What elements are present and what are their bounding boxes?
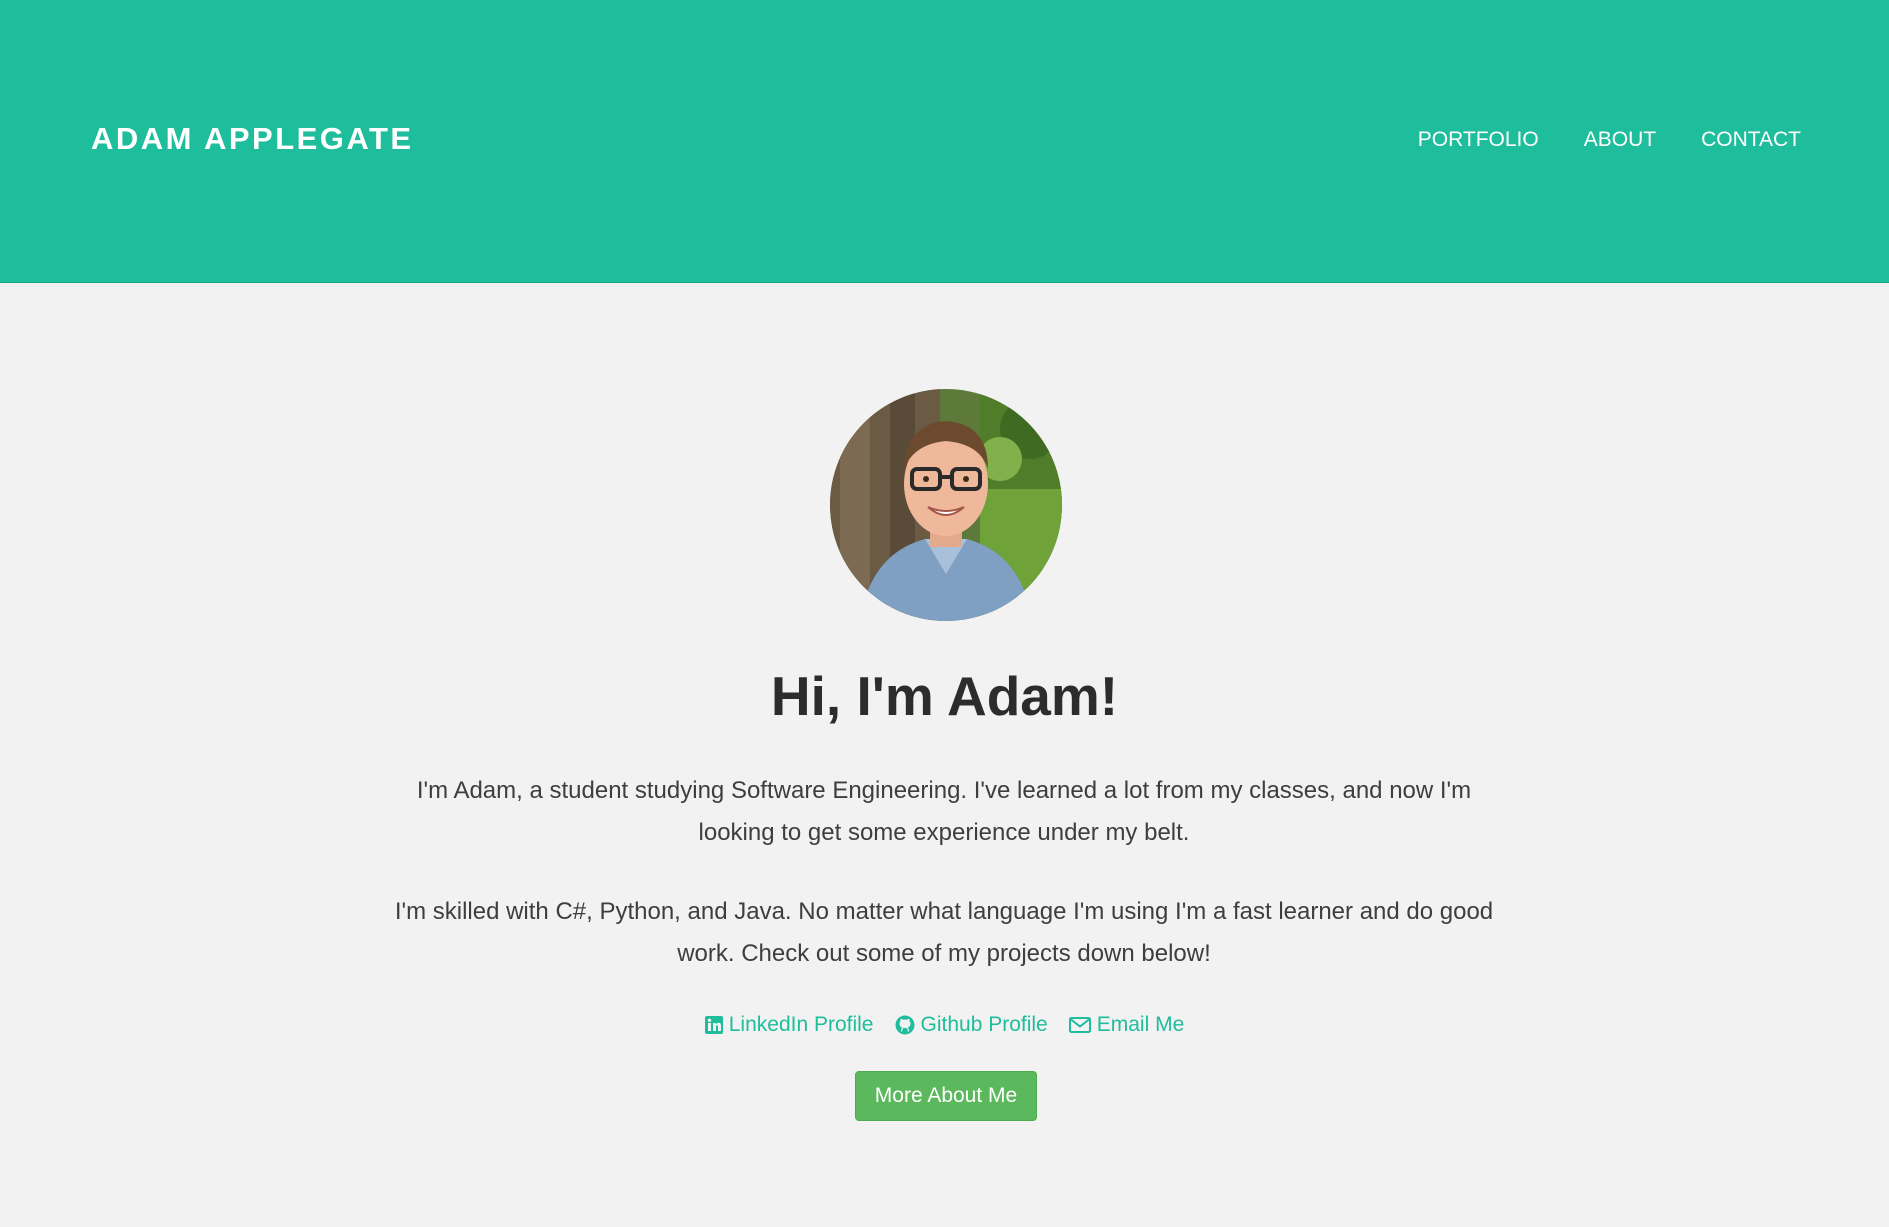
skills-paragraph: I'm skilled with C#, Python, and Java. N… (394, 898, 1494, 967)
linkedin-icon (704, 1016, 723, 1034)
more-about-me-button[interactable]: More About Me (855, 1071, 1037, 1121)
github-icon (895, 1015, 915, 1035)
nav-contact-link[interactable]: CONTACT (1701, 128, 1801, 152)
linkedin-link[interactable]: LinkedIn Profile (704, 1013, 874, 1037)
linkedin-link-label: LinkedIn Profile (728, 1013, 874, 1036)
github-link-label: Github Profile (920, 1013, 1048, 1036)
github-link[interactable]: Github Profile (895, 1013, 1048, 1037)
intro-paragraph: I'm Adam, a student studying Software En… (416, 777, 1472, 846)
nav-about-link[interactable]: ABOUT (1584, 128, 1656, 152)
social-links: LinkedIn Profile Github Profile Email Me (0, 1013, 1889, 1037)
hero-heading: Hi, I'm Adam! (770, 665, 1119, 727)
navbar: ADAM APPLEGATE PORTFOLIO ABOUT CONTACT (0, 0, 1889, 283)
brand-link[interactable]: ADAM APPLEGATE (91, 121, 414, 157)
email-link-label: Email Me (1096, 1013, 1185, 1036)
nav-links: PORTFOLIO ABOUT CONTACT (1373, 128, 1801, 152)
profile-photo (830, 389, 1062, 621)
main-content: Hi, I'm Adam! I'm Adam, a student studyi… (0, 284, 1889, 1227)
email-link[interactable]: Email Me (1068, 1013, 1185, 1037)
nav-portfolio-link[interactable]: PORTFOLIO (1418, 128, 1539, 152)
envelope-icon (1068, 1017, 1091, 1033)
